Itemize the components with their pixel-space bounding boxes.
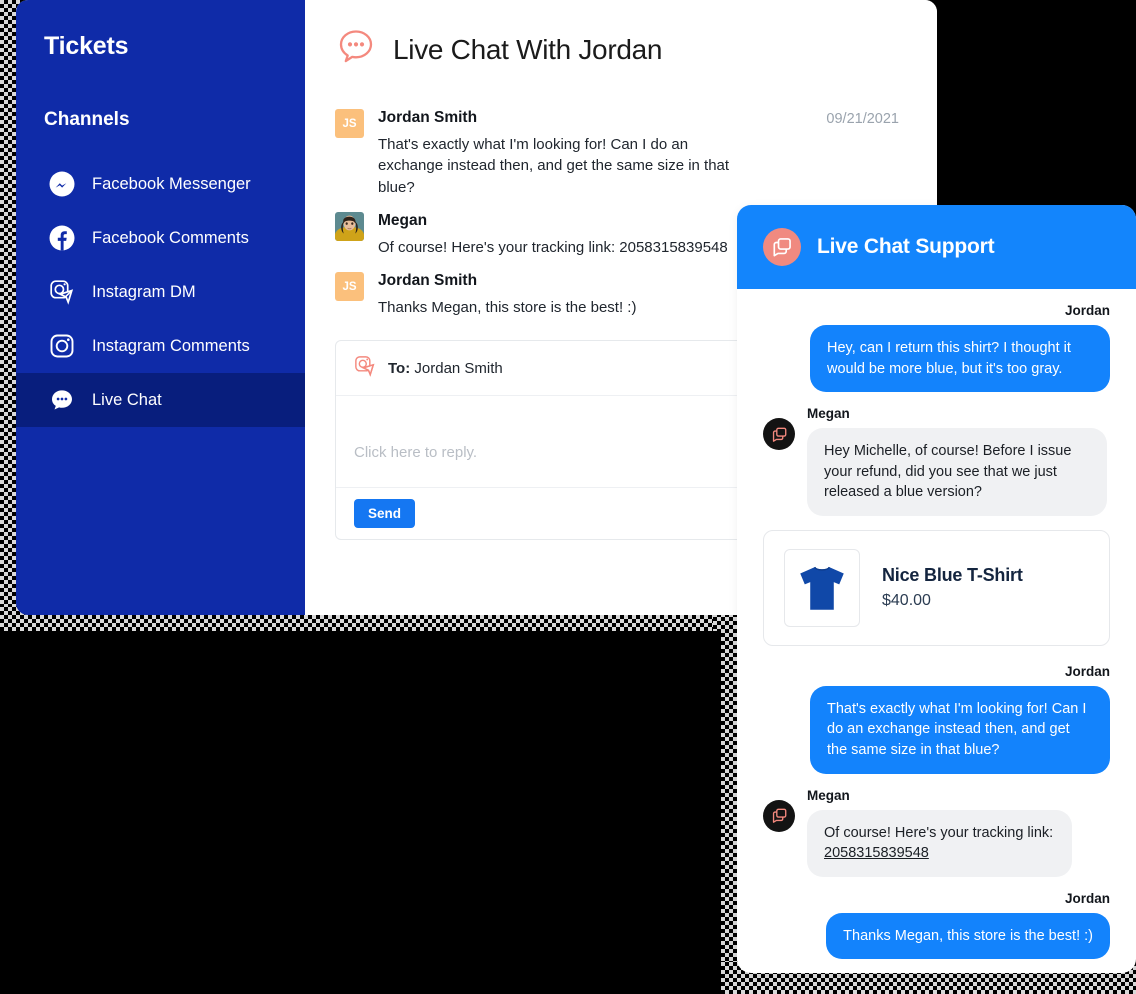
- composer-to-value: Jordan Smith: [414, 359, 503, 377]
- product-price: $40.00: [882, 592, 931, 610]
- tracking-link[interactable]: 2058315839548: [824, 845, 929, 861]
- screenshot-canvas: Tickets Channels Facebook Messenger Face…: [0, 0, 1136, 994]
- message-bubble: Hey, can I return this shirt? I thought …: [810, 325, 1110, 393]
- composer-to-label: To:: [388, 359, 411, 377]
- widget-message: Megan Hey Michelle, of course! Before I …: [763, 406, 1110, 516]
- message-text: Of course! Here's your tracking link:: [824, 824, 1054, 841]
- chat-widget: Live Chat Support Jordan Hey, can I retu…: [737, 205, 1136, 973]
- widget-header: Live Chat Support: [737, 205, 1136, 289]
- conversation-header: Live Chat With Jordan: [335, 26, 907, 73]
- sidebar: Tickets Channels Facebook Messenger Face…: [16, 0, 305, 615]
- sidebar-item-label: Facebook Comments: [92, 228, 249, 247]
- instagram-dm-icon: [48, 278, 76, 306]
- facebook-icon: [48, 224, 76, 252]
- message-author: Jordan Smith: [378, 272, 478, 290]
- message-author: Jordan: [1064, 303, 1110, 318]
- widget-message: Jordan Thanks Megan, this store is the b…: [763, 891, 1110, 960]
- message-author: Jordan: [1064, 663, 1110, 679]
- message-date: 09/21/2021: [826, 111, 899, 127]
- sidebar-item-instagram-dm[interactable]: Instagram DM: [16, 265, 305, 319]
- sidebar-item-label: Live Chat: [92, 390, 162, 409]
- message-author: Jordan: [1064, 890, 1110, 906]
- product-name: Nice Blue T-Shirt: [882, 565, 1023, 586]
- message-author: Megan: [807, 406, 850, 422]
- sidebar-item-live-chat[interactable]: Live Chat: [16, 373, 305, 427]
- sidebar-item-instagram-comments[interactable]: Instagram Comments: [16, 319, 305, 373]
- message-bubble: Hey Michelle, of course! Before I issue …: [807, 428, 1107, 516]
- page-title: Tickets: [44, 32, 129, 60]
- message-text: Thanks Megan, this store is the best! :): [378, 299, 637, 317]
- message-author: Jordan Smith: [378, 109, 478, 126]
- sidebar-section-label: Channels: [44, 109, 130, 130]
- sidebar-item-facebook-messenger[interactable]: Facebook Messenger: [16, 157, 305, 211]
- conversation-title: Live Chat With Jordan: [393, 33, 663, 65]
- sidebar-item-label: Instagram DM: [92, 282, 196, 301]
- message-bubble: That's exactly what I'm looking for! Can…: [810, 685, 1110, 774]
- message-row: JS Jordan Smith That's exactly what I'm …: [335, 109, 907, 198]
- sidebar-item-facebook-comments[interactable]: Facebook Comments: [16, 211, 305, 265]
- message-text: Of course! Here's your tracking link: 20…: [378, 238, 728, 256]
- facebook-messenger-icon: [48, 170, 76, 198]
- chat-bubble-dots-icon: [335, 26, 377, 73]
- widget-message: Jordan Hey, can I return this shirt? I t…: [763, 303, 1110, 393]
- channel-list: Facebook Messenger Facebook Comments Ins…: [16, 157, 305, 427]
- chat-windows-icon: [763, 799, 795, 832]
- message-author: Megan: [807, 787, 850, 803]
- message-text: That's exactly what I'm looking for! Can…: [378, 136, 730, 196]
- avatar: JS: [335, 272, 364, 302]
- send-button[interactable]: Send: [354, 499, 416, 529]
- message-bubble: Of course! Here's your tracking link: 20…: [807, 809, 1072, 877]
- avatar: [335, 211, 364, 241]
- widget-message-list: Jordan Hey, can I return this shirt? I t…: [737, 289, 1136, 960]
- chat-bubble-icon: [48, 386, 76, 414]
- widget-title: Live Chat Support: [817, 235, 995, 258]
- product-card[interactable]: Nice Blue T-Shirt $40.00: [763, 529, 1110, 646]
- widget-message: Megan Of course! Here's your tracking li…: [763, 788, 1110, 877]
- chat-windows-icon: [763, 228, 801, 266]
- avatar: JS: [335, 109, 364, 138]
- sidebar-item-label: Facebook Messenger: [92, 174, 251, 193]
- message-author: Megan: [378, 211, 428, 229]
- blue-tshirt-icon: [784, 548, 860, 627]
- message-bubble: Thanks Megan, this store is the best! :): [826, 912, 1110, 960]
- sidebar-item-label: Instagram Comments: [92, 336, 250, 355]
- widget-message: Jordan That's exactly what I'm looking f…: [763, 664, 1110, 774]
- chat-windows-icon: [763, 418, 795, 451]
- instagram-dm-icon: [354, 355, 376, 381]
- instagram-icon: [48, 332, 76, 360]
